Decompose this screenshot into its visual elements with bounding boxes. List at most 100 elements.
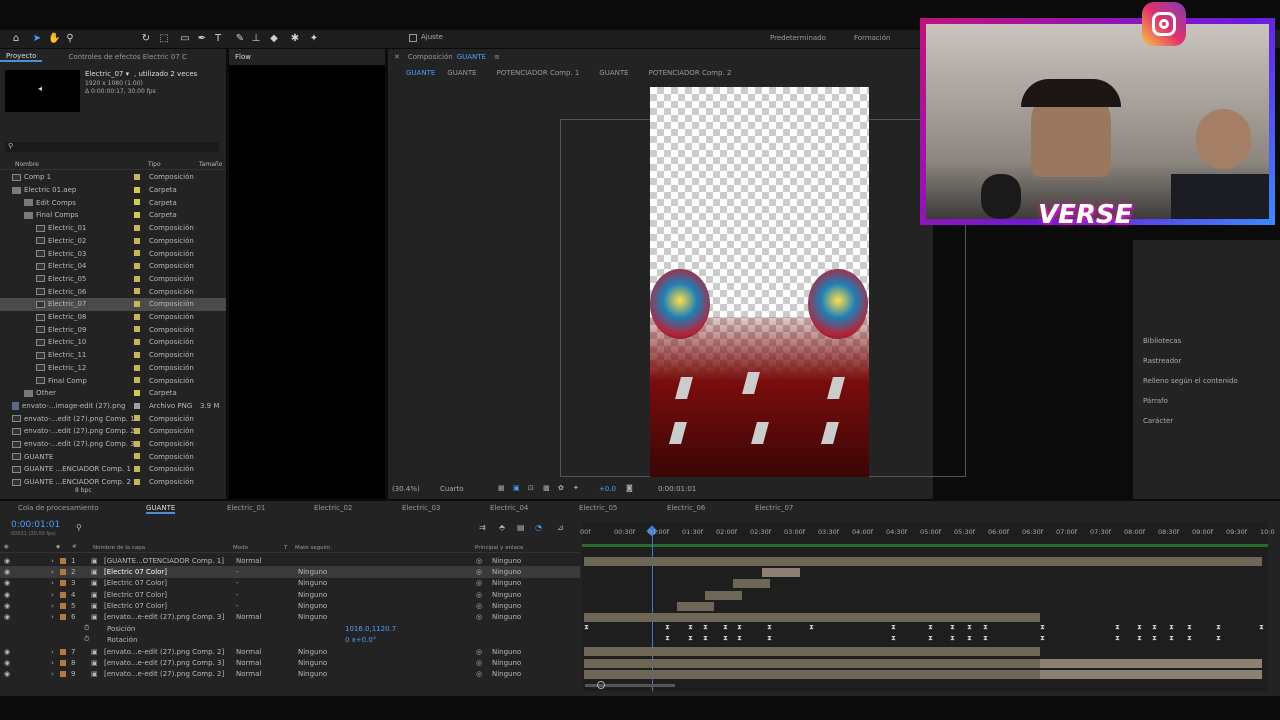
layer-mode[interactable]: Normal xyxy=(236,613,261,621)
layer-parent[interactable]: Ninguno xyxy=(492,648,521,656)
layer-mode[interactable]: Normal xyxy=(236,648,261,656)
right-panel-item[interactable]: Relleno según el contenido xyxy=(1143,377,1238,385)
layer-parent[interactable]: Ninguno xyxy=(492,579,521,587)
keyframe[interactable]: ⧗ xyxy=(1187,634,1192,643)
label-color-swatch[interactable] xyxy=(134,250,140,257)
layer-row[interactable]: ◉ › 5 [Electric 07 Color] - Ninguno Ninguno ◎ ▣ xyxy=(0,600,580,611)
label-color-swatch[interactable] xyxy=(134,288,140,295)
crumb-1[interactable]: GUANTE xyxy=(400,69,441,77)
brush-tool-icon[interactable]: ✎ xyxy=(234,33,246,45)
keyframe[interactable]: ⧗ xyxy=(737,623,742,632)
stopwatch-icon[interactable]: ⏱ xyxy=(84,624,89,633)
col-t[interactable]: T xyxy=(284,545,287,551)
label-color-swatch[interactable] xyxy=(60,591,66,598)
keyframe[interactable]: ⧗ xyxy=(703,634,708,643)
layer-row[interactable]: ◉ › 9 [envato...e-edit (27).png Comp. 2] Nor… xyxy=(0,669,580,680)
label-color-swatch[interactable] xyxy=(134,351,140,358)
layer-mode[interactable]: Normal xyxy=(236,557,261,565)
label-color-swatch[interactable] xyxy=(134,326,140,333)
right-panel-item[interactable]: Párrafo xyxy=(1143,397,1168,405)
visibility-icon[interactable]: ◉ xyxy=(4,579,10,587)
layer-row[interactable]: ◉ › 1 [GUANTE...OTENCIADOR Comp. 1] Normal Ni… xyxy=(0,555,580,566)
layer-parent[interactable]: Ninguno xyxy=(492,591,521,599)
layer-duration-bar[interactable] xyxy=(584,647,1040,656)
keyframe[interactable]: ⧗ xyxy=(688,623,693,632)
layer-duration-bar[interactable] xyxy=(677,602,714,611)
channel-icon[interactable]: ✿ xyxy=(558,484,564,492)
crumb-2[interactable]: GUANTE xyxy=(441,69,482,77)
layer-duration-bar[interactable] xyxy=(733,579,770,588)
layer-name[interactable]: [envato...e-edit (27).png Comp. 2] xyxy=(104,648,224,656)
motion-blur-icon[interactable]: ◔ xyxy=(535,523,542,532)
visibility-icon[interactable]: ◉ xyxy=(4,670,10,678)
layer-row[interactable]: ◉ › 2 [Electric 07 Color] - Ninguno Ninguno ◎ ▣ xyxy=(0,566,580,578)
keyframe[interactable]: ⧗ xyxy=(1152,623,1157,632)
layer-row[interactable]: ◉ › 6 [envato...e-edit (27).png Comp. 3] Nor… xyxy=(0,612,580,623)
shy-layers-icon[interactable]: ▤ xyxy=(517,523,525,532)
project-item[interactable]: Comp 1 Composición xyxy=(0,171,226,184)
puppet-tool-icon[interactable]: ✦ xyxy=(308,33,320,45)
label-color-swatch[interactable] xyxy=(134,415,140,422)
keyframe[interactable]: ⧗ xyxy=(1137,634,1142,643)
keyframe[interactable]: ⧗ xyxy=(809,623,814,632)
layer-row[interactable]: ◉ › 8 [envato...e-edit (27).png Comp. 3] Nor… xyxy=(0,657,580,668)
rectangle-tool-icon[interactable]: ▭ xyxy=(179,33,191,45)
visibility-icon[interactable]: ◉ xyxy=(4,602,10,610)
timeline-tab[interactable]: Electric_05 xyxy=(579,504,617,512)
layer-name[interactable]: [envato...e-edit (27).png Comp. 2] xyxy=(104,670,224,678)
project-item[interactable]: Electric_03 Composición xyxy=(0,247,226,260)
layer-name[interactable]: [envato...e-edit (27).png Comp. 3] xyxy=(104,659,224,667)
label-color-swatch[interactable] xyxy=(134,453,140,460)
keyframe[interactable]: ⧗ xyxy=(950,634,955,643)
label-color-swatch[interactable] xyxy=(134,262,140,269)
label-color-swatch[interactable] xyxy=(134,174,140,180)
label-color-swatch[interactable] xyxy=(134,301,140,307)
rotate-tool-icon[interactable]: ↻ xyxy=(140,33,152,45)
layer-duration-bar[interactable] xyxy=(1040,659,1262,668)
layer-matte[interactable]: Ninguno xyxy=(298,670,327,678)
visibility-icon[interactable]: ◉ xyxy=(4,557,10,565)
parent-pick-icon[interactable]: ◎ xyxy=(476,579,482,587)
col-name[interactable]: Nombre xyxy=(15,161,39,168)
stamp-tool-icon[interactable]: ⊥ xyxy=(250,33,262,45)
keyframe[interactable]: ⧗ xyxy=(983,623,988,632)
label-color-swatch[interactable] xyxy=(134,466,140,473)
project-item[interactable]: Other Carpeta xyxy=(0,387,226,400)
project-search-input[interactable]: ⚲ xyxy=(5,142,219,152)
roto-tool-icon[interactable]: ✱ xyxy=(289,33,301,45)
comp-flowchart-icon[interactable]: ⬘ xyxy=(499,523,505,532)
crumb-4[interactable]: GUANTE xyxy=(593,69,634,77)
project-item[interactable]: envato-...edit (27).png Comp. 1 Composici… xyxy=(0,412,226,425)
keyframe[interactable]: ⧗ xyxy=(1040,623,1045,632)
parent-pick-icon[interactable]: ◎ xyxy=(476,613,482,621)
project-item[interactable]: envato-...image-edit (27).png Archivo PNG… xyxy=(0,400,226,413)
col-size[interactable]: Tamaño xyxy=(199,161,222,168)
keyframe[interactable]: ⧗ xyxy=(891,634,896,643)
expand-icon[interactable]: › xyxy=(51,568,54,576)
col-mode[interactable]: Modo xyxy=(233,545,248,551)
layer-matte[interactable]: Ninguno xyxy=(298,648,327,656)
parent-pick-icon[interactable]: ◎ xyxy=(476,670,482,678)
project-item[interactable]: Electric_10 Composición xyxy=(0,336,226,349)
col-type[interactable]: Tipo xyxy=(148,161,161,168)
timeline-tab[interactable]: Electric_03 xyxy=(402,504,440,512)
timeline-timecode[interactable]: 0:00:01:01 xyxy=(11,520,60,530)
bpc-label[interactable]: 8 bpc xyxy=(75,487,92,494)
property-row[interactable]: ⏱ Posición 1016.0,1120.7 xyxy=(0,623,580,634)
keyframe[interactable]: ⧗ xyxy=(928,634,933,643)
keyframe[interactable]: ⧗ xyxy=(928,623,933,632)
tab-project[interactable]: Proyecto xyxy=(0,52,43,62)
property-value[interactable]: 0 x+0.0° xyxy=(345,636,376,644)
layer-matte[interactable]: Ninguno xyxy=(298,659,327,667)
snapshot-icon[interactable]: ◙ xyxy=(626,484,633,492)
label-color-swatch[interactable] xyxy=(60,648,66,655)
expand-icon[interactable]: › xyxy=(51,613,54,621)
keyframe[interactable]: ⧗ xyxy=(1115,623,1120,632)
visibility-icon[interactable]: ◉ xyxy=(4,659,10,667)
project-item[interactable]: Electric_12 Composición xyxy=(0,362,226,375)
zoom-select[interactable]: (30.4%) xyxy=(392,485,420,493)
comp-timecode[interactable]: 0:00:01:01 xyxy=(658,485,696,493)
layer-matte[interactable]: Ninguno xyxy=(298,602,327,610)
label-color-swatch[interactable] xyxy=(134,389,140,396)
keyframe[interactable]: ⧗ xyxy=(723,623,728,632)
